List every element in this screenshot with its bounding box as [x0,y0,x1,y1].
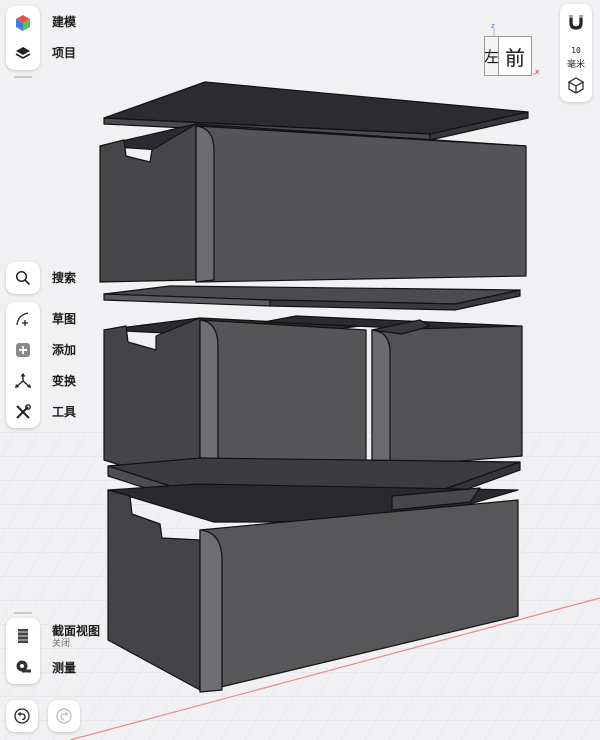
axis-z-label: z [491,22,495,30]
add-label[interactable]: 添加 [52,343,76,357]
search-panel [6,262,40,294]
sketch-button[interactable] [6,304,40,334]
perspective-cube-icon [567,77,585,94]
right-settings-panel: 10 毫米 [560,4,592,102]
grid-size-unit[interactable]: 毫米 [560,57,592,70]
grid-size-value[interactable]: 10 [560,46,592,55]
sketch-label[interactable]: 草图 [52,312,76,326]
top-toolbar-divider [14,76,32,78]
section-view-icon [18,629,28,643]
add-plus-icon [16,343,30,357]
view-cube-left-face[interactable]: 左 [484,36,499,76]
section-view-label[interactable]: 截面视图 [52,624,100,638]
tools-button[interactable] [6,397,40,427]
snap-button[interactable] [566,12,586,32]
measure-button[interactable] [6,652,40,682]
redo-icon [56,708,72,724]
transform-button[interactable] [6,366,40,396]
redo-button[interactable] [48,700,80,732]
bottom-toolbar-divider [14,612,32,614]
top-box[interactable] [99,123,527,283]
projection-button[interactable] [567,76,585,94]
measure-label[interactable]: 测量 [52,661,76,675]
mid-toolbar-panel [6,302,40,428]
modeling-label[interactable]: 建模 [52,15,76,29]
section-view-status: 关闭 [52,639,71,649]
undo-icon [14,708,30,724]
project-label[interactable]: 项目 [52,46,76,60]
axis-x-label: x [535,68,540,76]
search-label[interactable]: 搜索 [52,271,76,285]
top-toolbar-panel [6,6,40,70]
magnet-icon [569,15,583,30]
search-button[interactable] [6,263,40,293]
bottom-toolbar-panel [6,618,40,684]
project-button[interactable] [6,38,40,68]
transform-arrows-icon [15,373,31,388]
tools-wrench-icon [16,404,31,419]
section-view-button[interactable] [6,621,40,651]
view-cube-front-face[interactable]: 前 [498,36,532,76]
tools-label[interactable]: 工具 [52,405,76,419]
add-button[interactable] [6,335,40,365]
modeling-button[interactable] [6,8,40,38]
sketch-curve-icon [16,312,29,326]
bottom-box[interactable] [107,483,519,693]
undo-button[interactable] [6,700,38,732]
measure-tape-icon [16,660,31,673]
layers-icon [15,47,31,59]
middle-tray[interactable] [103,285,521,311]
search-icon [15,270,31,286]
transform-label[interactable]: 变换 [52,374,76,388]
modeling-cube-icon [16,15,30,31]
